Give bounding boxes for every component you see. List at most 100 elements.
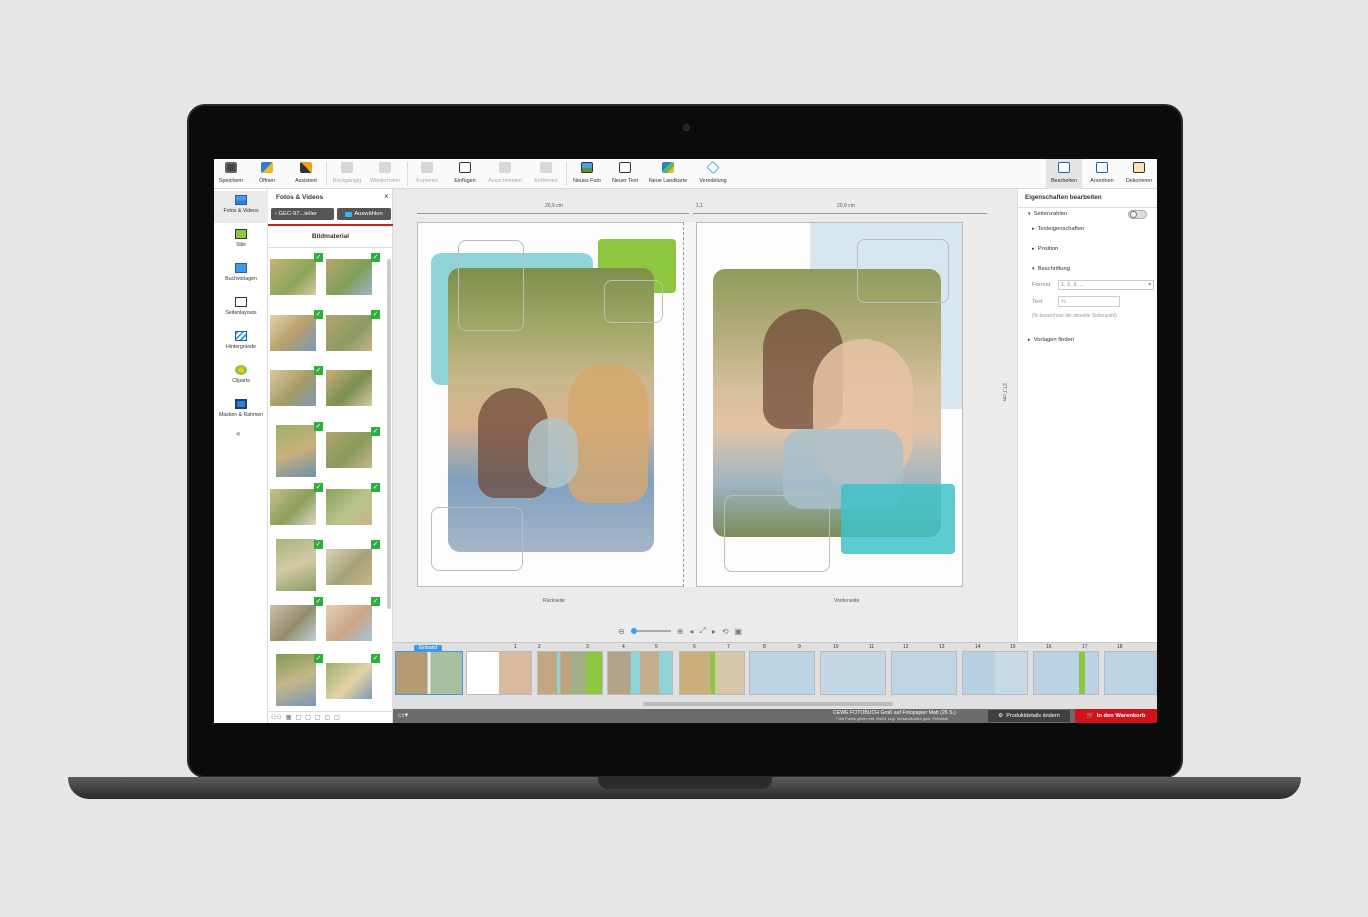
photo-thumbnail[interactable] — [270, 489, 316, 525]
nav-cliparts[interactable]: Cliparts — [214, 361, 268, 393]
photo-thumbnail[interactable] — [326, 259, 372, 295]
people-icon[interactable]: ⚇⚇ — [271, 714, 282, 721]
left-page[interactable] — [417, 222, 685, 587]
arrange-tab[interactable]: Anordnen — [1085, 161, 1119, 187]
teal-shape[interactable] — [841, 484, 955, 554]
photo-frame[interactable] — [724, 495, 830, 572]
fit-screen-icon[interactable]: ⤢ — [699, 626, 705, 636]
folder-back-button[interactable]: ‹ GEC-97...teller — [271, 208, 334, 220]
page-spread[interactable] — [679, 651, 745, 695]
page-number: 6 — [693, 644, 696, 650]
nav-styles[interactable]: Stile — [214, 225, 268, 257]
close-button[interactable]: × — [384, 192, 389, 201]
refine-button[interactable]: Veredelung — [695, 160, 731, 187]
right-page[interactable] — [696, 222, 963, 587]
divider — [1018, 207, 1157, 208]
new-map-button[interactable]: Neue Landkarte — [646, 161, 690, 187]
page-spread[interactable] — [537, 651, 603, 695]
photo-thumbnail[interactable] — [270, 315, 316, 351]
zoom-out-icon[interactable]: ⊖ — [618, 627, 625, 636]
zoom-slider-handle[interactable] — [630, 628, 637, 634]
panel-scrollbar[interactable] — [387, 259, 391, 609]
photo-thumbnail[interactable] — [270, 605, 316, 641]
view-icon[interactable]: ▢ — [324, 714, 330, 721]
photo-thumbnail[interactable] — [326, 370, 372, 406]
new-photo-button[interactable]: Neues Foto — [570, 161, 604, 187]
open-button[interactable]: Öffnen — [252, 161, 282, 187]
photo-thumbnail[interactable] — [276, 539, 316, 591]
add-to-cart-button[interactable]: 🛒 In den Warenkorb — [1075, 709, 1157, 723]
view-icon[interactable]: ▢ — [334, 714, 340, 721]
nav-book-templates[interactable]: Buchvorlagen — [214, 259, 268, 291]
grid-icon[interactable]: ▦ — [286, 714, 292, 721]
edit-tab[interactable]: Bearbeiten — [1046, 159, 1082, 189]
page-spread[interactable] — [1104, 651, 1157, 695]
nav-photos-videos[interactable]: Fotos & Videos — [214, 191, 268, 223]
copy-button[interactable]: Kopieren — [412, 161, 442, 187]
paste-button[interactable]: Einfügen — [450, 161, 480, 187]
photo-frame[interactable] — [604, 280, 663, 323]
text-props-row[interactable]: ▸ Texteigenschaften — [1032, 226, 1084, 232]
zoom-in-icon[interactable]: ⊕ — [677, 627, 684, 636]
arrange-icon — [1096, 162, 1108, 173]
photo-thumbnail[interactable] — [276, 654, 316, 706]
page-spread[interactable] — [607, 651, 673, 695]
photo-thumbnail[interactable] — [326, 663, 372, 699]
cover-spread[interactable] — [395, 651, 463, 695]
photo-thumbnail[interactable] — [276, 425, 316, 477]
page-spread[interactable] — [820, 651, 886, 695]
page-spread[interactable] — [466, 651, 532, 695]
view-mode-icon[interactable]: ▭▾ — [398, 711, 408, 719]
photo-thumbnail[interactable] — [270, 259, 316, 295]
photo-thumbnail[interactable] — [326, 432, 372, 468]
page-spread[interactable] — [962, 651, 1028, 695]
folder-icon — [345, 211, 353, 217]
view-icon[interactable]: ▢ — [295, 714, 301, 721]
redo-button[interactable]: Wiederholen — [367, 161, 403, 187]
new-text-button[interactable]: Neuer Text — [608, 161, 642, 187]
cut-button[interactable]: Ausschneiden — [486, 161, 524, 187]
photo-thumbnail[interactable] — [326, 549, 372, 585]
preview-icon[interactable]: ▣ — [735, 627, 743, 636]
decorate-tab[interactable]: Dekorieren — [1122, 161, 1156, 187]
find-templates-row[interactable]: ▸ Vorlagen finden — [1028, 337, 1074, 343]
save-button[interactable]: Speichern — [216, 161, 246, 187]
photo-thumbnail[interactable] — [326, 315, 372, 351]
photo-frame[interactable] — [431, 507, 523, 571]
left-width-label: 20,9 cm — [545, 203, 563, 209]
position-row[interactable]: ▸ Position — [1032, 246, 1058, 252]
text-input[interactable]: % — [1058, 296, 1120, 307]
nav-page-layouts[interactable]: Seitenlayouts — [214, 293, 268, 325]
product-details-button[interactable]: ⚙ Produktdetails ändern — [988, 710, 1070, 722]
photo-frame[interactable] — [857, 239, 949, 303]
page-spread[interactable] — [749, 651, 815, 695]
rotate-icon[interactable]: ⟲ — [722, 627, 729, 636]
collapse-button[interactable]: « — [236, 429, 240, 438]
chevron-left-icon[interactable]: ◂ — [689, 627, 693, 636]
zoom-slider[interactable] — [630, 628, 671, 634]
format-select[interactable]: 1, 2, 3, ... ▾ — [1058, 280, 1154, 290]
page-number: 3 — [586, 644, 589, 650]
chevron-right-icon[interactable]: ▸ — [712, 627, 716, 636]
left-nav: Fotos & Videos Stile Buchvorlagen Seiten… — [214, 189, 268, 723]
delete-button[interactable]: Entfernen — [530, 161, 562, 187]
assistant-button[interactable]: Assistent — [290, 161, 322, 187]
view-icon[interactable]: ▢ — [315, 714, 321, 721]
nav-masks-frames[interactable]: Masken & Rahmen — [214, 395, 268, 427]
page-spread[interactable] — [1033, 651, 1099, 695]
nav-backgrounds[interactable]: Hintergründe — [214, 327, 268, 359]
photo-thumbnail[interactable] — [326, 489, 372, 525]
photo-thumbnail[interactable] — [270, 370, 316, 406]
check-icon: ✓ — [371, 427, 380, 436]
page-numbers-toggle[interactable] — [1128, 210, 1147, 219]
page-spread[interactable] — [891, 651, 957, 695]
view-icon[interactable]: ▢ — [305, 714, 311, 721]
filmstrip-scrollbar[interactable] — [643, 702, 893, 706]
select-button[interactable]: Auswählen — [337, 208, 391, 220]
caption-row[interactable]: ▾ Beschriftung — [1032, 266, 1070, 272]
check-icon: ✓ — [371, 310, 380, 319]
photo-frame[interactable] — [458, 240, 524, 331]
page-numbers-row[interactable]: ▾ Seitenzahlen — [1028, 211, 1067, 217]
photo-thumbnail[interactable] — [326, 605, 372, 641]
undo-button[interactable]: Rückgängig — [330, 161, 364, 187]
